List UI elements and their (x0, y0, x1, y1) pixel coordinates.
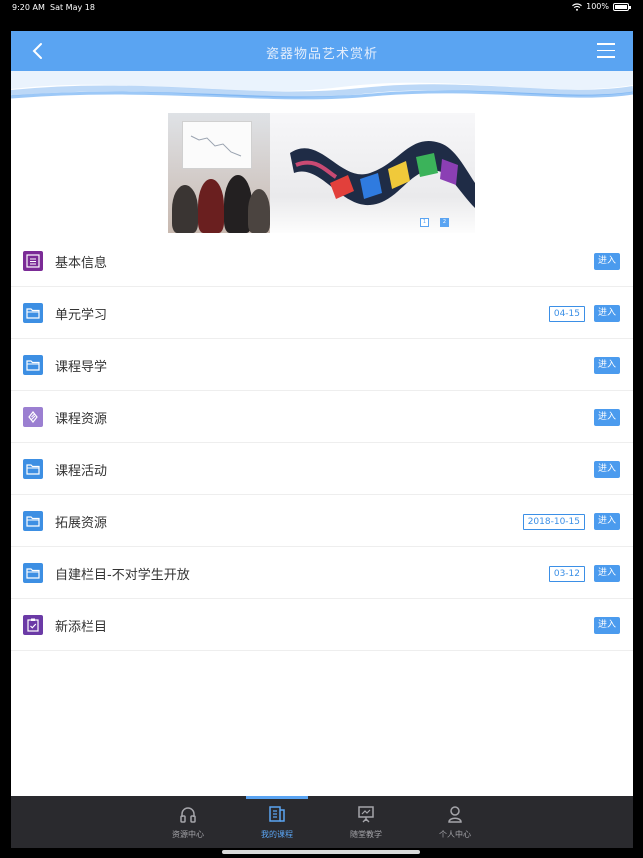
hamburger-menu-icon[interactable] (597, 43, 615, 58)
projector-screen (182, 121, 252, 169)
filmstrip-graphic (290, 140, 475, 208)
list-item-label: 自建栏目-不对学生开放 (55, 568, 190, 583)
header-wave-decoration (11, 71, 633, 100)
list-item-course-activities[interactable]: 课程活动 进入 (11, 443, 633, 495)
list-item-basic-info[interactable]: 基本信息 进入 (11, 235, 633, 287)
active-tab-indicator (246, 796, 308, 799)
page-title: 瓷器物品艺术赏析 (265, 47, 378, 62)
list-item-unit-study[interactable]: 单元学习 04-15 进入 (11, 287, 633, 339)
enter-button[interactable]: 进入 (594, 253, 620, 270)
folder-icon (23, 459, 43, 479)
enter-button[interactable]: 进入 (594, 565, 620, 582)
tab-classroom-teaching[interactable]: 随堂教学 (336, 796, 396, 848)
status-bar: 9:20 AM Sat May 18 100% (0, 0, 643, 20)
list-item-new-column[interactable]: 新添栏目 进入 (11, 599, 633, 651)
battery-icon (613, 2, 631, 11)
book-icon (269, 806, 285, 822)
banner-classroom-image (168, 113, 270, 233)
tab-label: 我的课程 (261, 830, 293, 839)
list-item-label: 新添栏目 (55, 620, 108, 635)
date-badge: 04-15 (548, 306, 585, 322)
list-item-label: 拓展资源 (55, 516, 108, 531)
list-item-course-guide[interactable]: 课程导学 进入 (11, 339, 633, 391)
enter-button[interactable]: 进入 (594, 305, 620, 322)
home-indicator[interactable] (222, 850, 420, 854)
carousel-dot-2[interactable]: 2 (440, 218, 449, 227)
tab-label: 随堂教学 (350, 830, 382, 839)
enter-button[interactable]: 进入 (594, 461, 620, 478)
status-time: 9:20 AM (12, 3, 45, 12)
app-window: 瓷器物品艺术赏析 1 2 基本信息 进入 单元学习 04-15 进入 课程导学 … (11, 31, 633, 848)
banner-filmstrip-image: 1 2 (270, 113, 475, 233)
list-item-label: 课程资源 (55, 412, 108, 427)
folder-icon (23, 511, 43, 531)
tab-label: 个人中心 (439, 830, 471, 839)
status-date: Sat May 18 (50, 3, 95, 12)
list-item-label: 课程活动 (55, 464, 108, 479)
folder-icon (23, 303, 43, 323)
list-item-course-resources[interactable]: 课程资源 进入 (11, 391, 633, 443)
navbar: 瓷器物品艺术赏析 (11, 31, 633, 71)
folder-icon (23, 355, 43, 375)
enter-button[interactable]: 进入 (594, 409, 620, 426)
list-item-label: 基本信息 (55, 256, 108, 271)
carousel-dot-1[interactable]: 1 (420, 218, 429, 227)
info-list-icon (23, 251, 43, 271)
enter-button[interactable]: 进入 (594, 357, 620, 374)
enter-button[interactable]: 进入 (594, 617, 620, 634)
tab-personal-center[interactable]: 个人中心 (425, 796, 485, 848)
status-right: 100% (572, 2, 631, 11)
battery-percent: 100% (586, 2, 609, 11)
list-item-label: 课程导学 (55, 360, 108, 375)
headphones-icon (180, 807, 196, 823)
banner-carousel[interactable]: 1 2 (168, 113, 475, 233)
bottom-tab-bar: 资源中心 我的课程 随堂教学 个人中心 (11, 796, 633, 848)
list-item-label: 单元学习 (55, 308, 108, 323)
tab-resource-center[interactable]: 资源中心 (158, 796, 218, 848)
tab-my-courses[interactable]: 我的课程 (246, 796, 308, 848)
list-item-extended-resources[interactable]: 拓展资源 2018-10-15 进入 (11, 495, 633, 547)
tab-label: 资源中心 (172, 830, 204, 839)
clipboard-check-icon (23, 615, 43, 635)
folder-icon (23, 563, 43, 583)
date-badge: 03-12 (548, 566, 585, 582)
presentation-icon (358, 806, 374, 823)
resource-icon (23, 407, 43, 427)
course-section-list: 基本信息 进入 单元学习 04-15 进入 课程导学 进入 课程资源 进入 课程… (11, 235, 633, 651)
wifi-icon (572, 2, 583, 11)
date-badge: 2018-10-15 (522, 514, 585, 530)
person-icon (448, 806, 462, 823)
list-item-custom-column[interactable]: 自建栏目-不对学生开放 03-12 进入 (11, 547, 633, 599)
enter-button[interactable]: 进入 (594, 513, 620, 530)
